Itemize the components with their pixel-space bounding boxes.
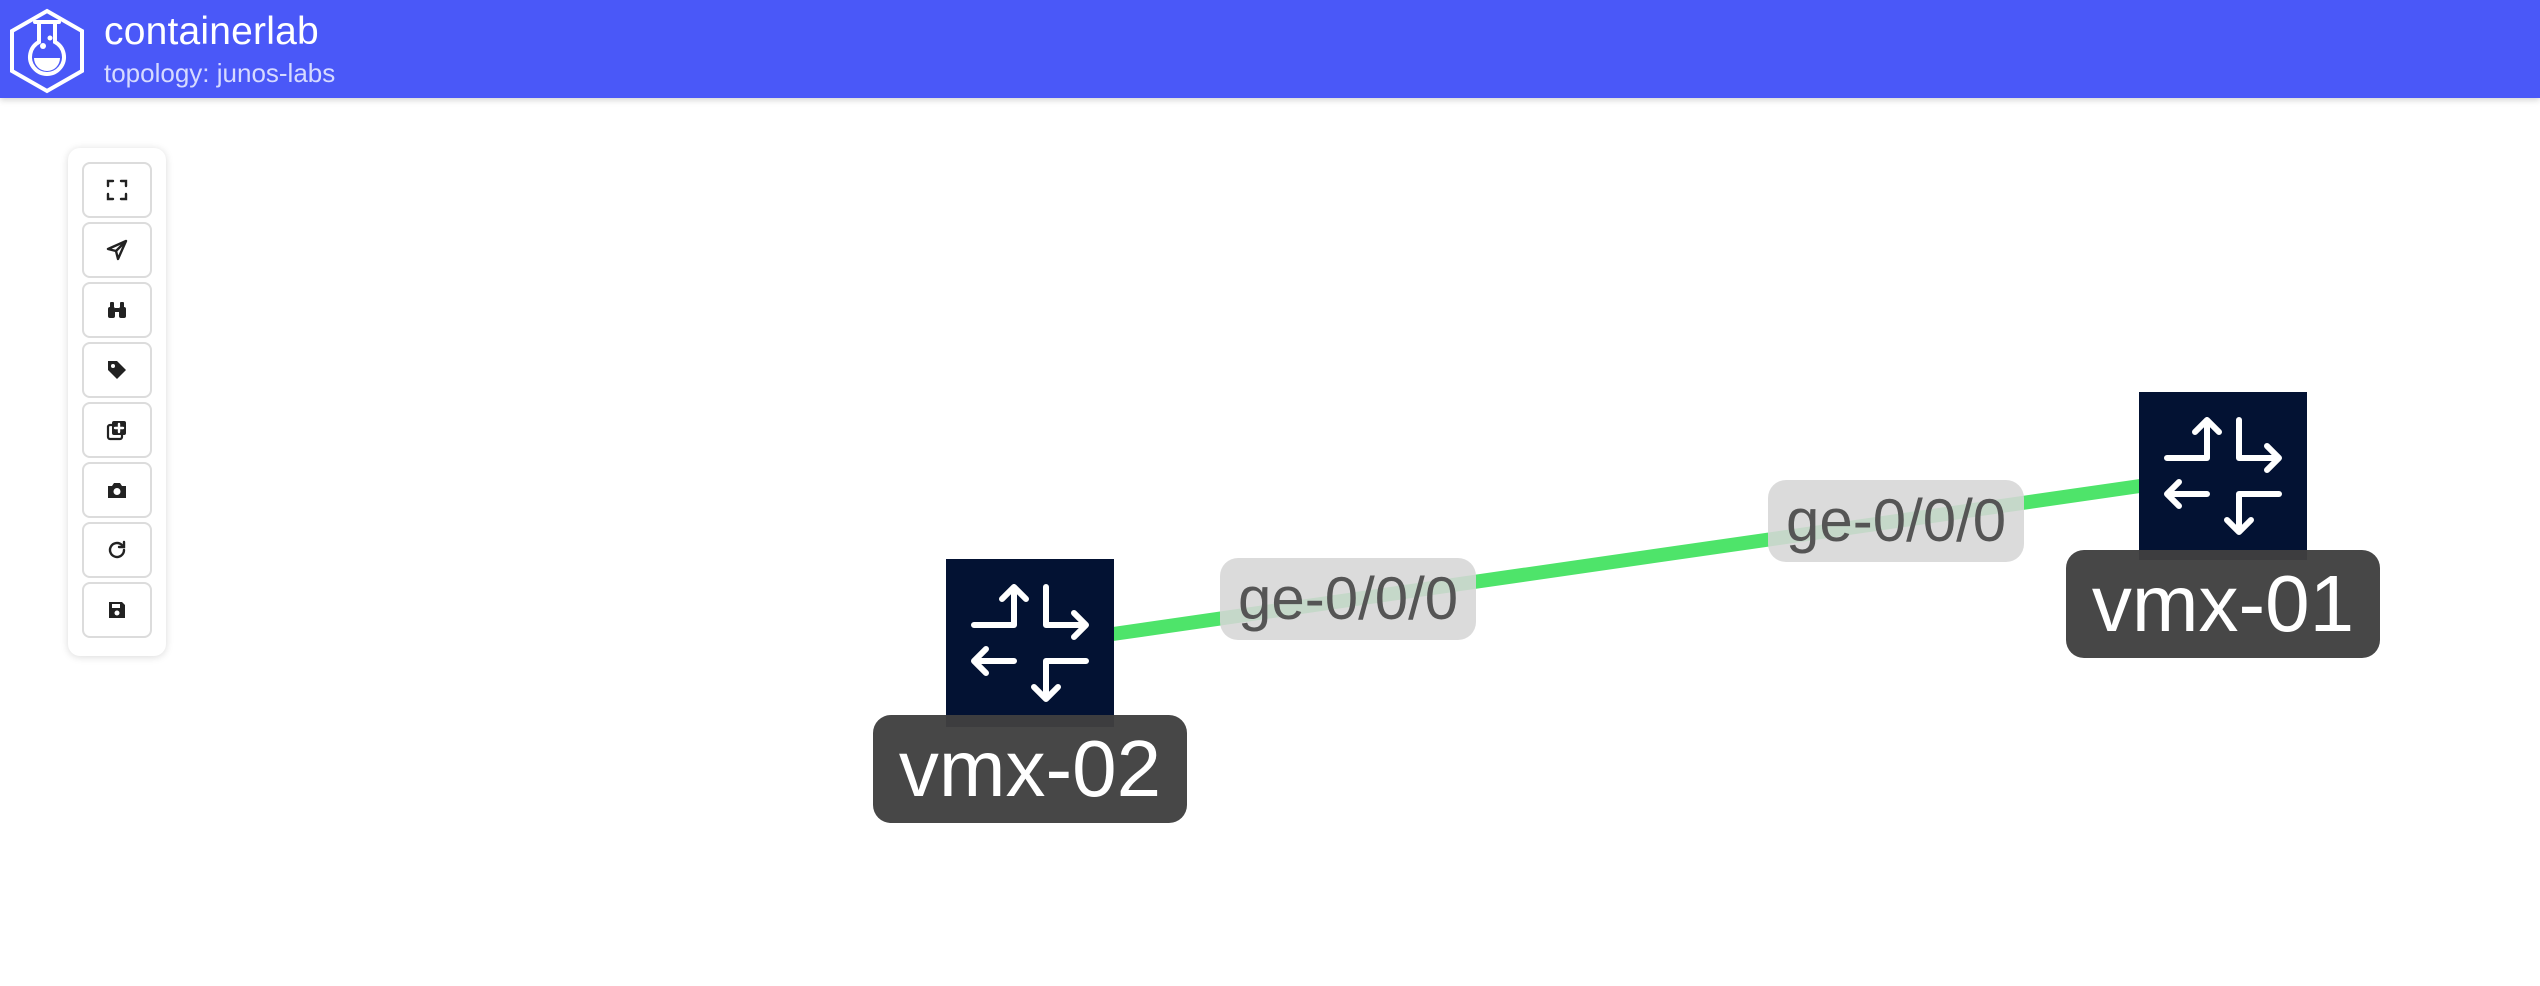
app-root: containerlab topology: junos-labs ge-0/0… xyxy=(0,0,2540,986)
router-icon xyxy=(2164,417,2282,535)
app-title: containerlab xyxy=(104,10,319,53)
containerlab-logo-icon xyxy=(10,8,84,94)
link-endpoint-label-target: ge-0/0/0 xyxy=(1768,480,2025,562)
brand-block: containerlab topology: junos-labs xyxy=(104,10,335,90)
top-header: containerlab topology: junos-labs xyxy=(0,0,2540,98)
router-icon xyxy=(971,584,1089,702)
node-label-vmx-01: vmx-01 xyxy=(2066,550,2380,658)
node-vmx-01[interactable] xyxy=(2139,392,2307,560)
topology-canvas[interactable]: ge-0/0/0 ge-0/0/0 vmx-02 vmx-01 xyxy=(0,98,2540,986)
topology-name: topology: junos-labs xyxy=(104,58,336,88)
link-endpoint-label-source: ge-0/0/0 xyxy=(1220,558,1477,640)
node-label-vmx-02: vmx-02 xyxy=(873,715,1187,823)
node-vmx-02[interactable] xyxy=(946,559,1114,727)
